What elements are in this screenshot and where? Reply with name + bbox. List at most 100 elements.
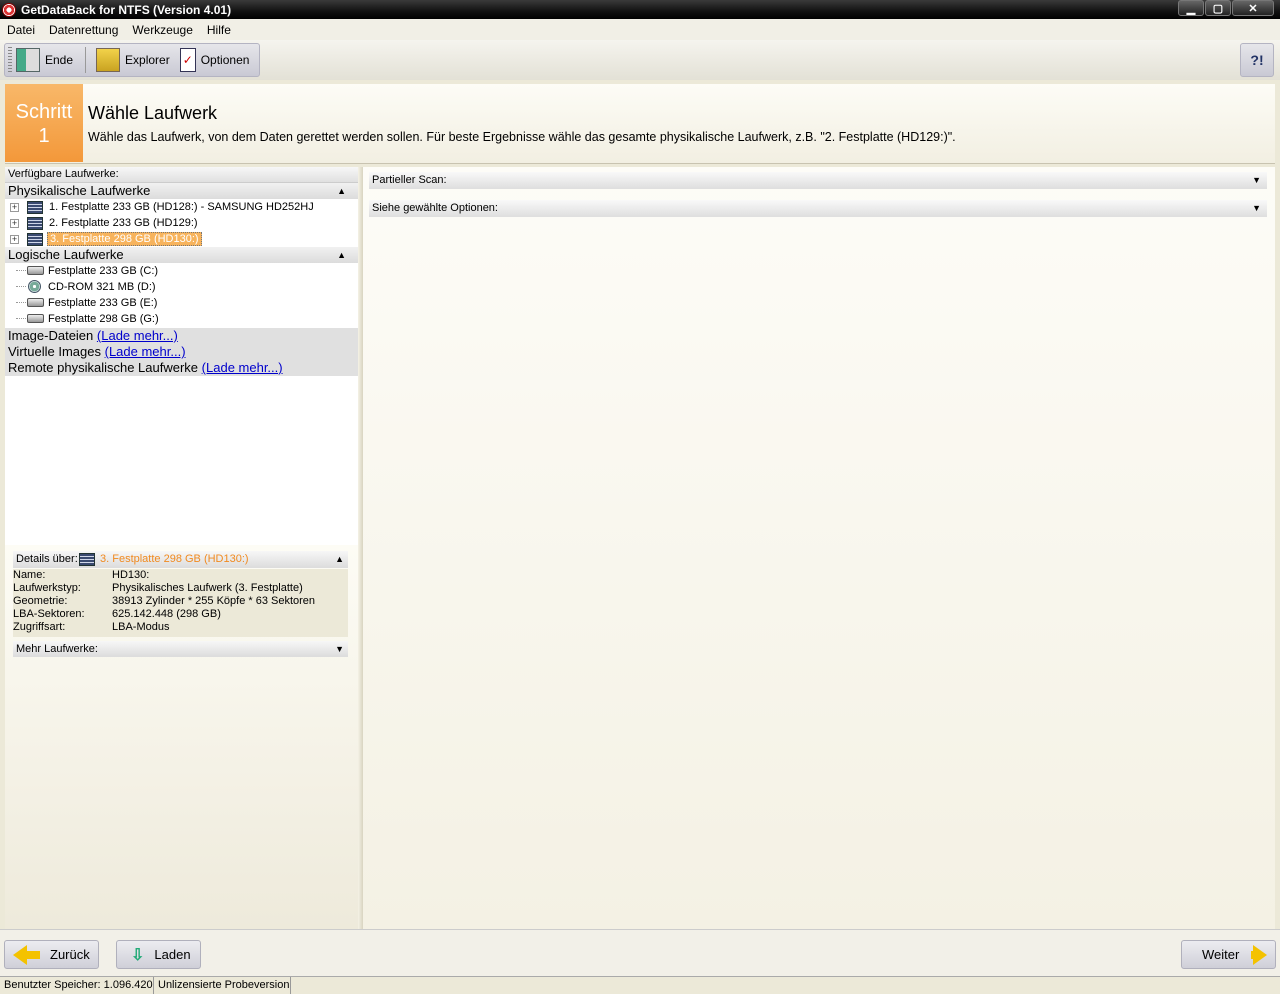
remote-physical-label: Remote physikalische Laufwerke	[8, 360, 199, 375]
tree-item-physical-2[interactable]: + 2. Festplatte 233 GB (HD129:)	[5, 215, 358, 231]
collapse-caret-icon[interactable]: ▲	[335, 551, 344, 568]
selected-options-label: Siehe gewählte Optionen:	[372, 202, 498, 214]
checklist-icon: ✓	[179, 48, 196, 72]
page-description: Wähle das Laufwerk, von dem Daten gerett…	[88, 130, 956, 144]
details-row: Laufwerkstyp: Physikalisches Laufwerk (3.…	[13, 582, 348, 595]
logical-drives-header[interactable]: Logische Laufwerke ▲	[5, 247, 358, 263]
details-key: Geometrie:	[13, 595, 68, 607]
details-row: LBA-Sektoren: 625.142.448 (298 GB)	[13, 608, 348, 621]
partial-scan-label: Partieller Scan:	[372, 174, 447, 186]
expand-icon[interactable]: +	[10, 234, 19, 244]
physical-disk-icon	[27, 232, 43, 246]
back-label: Zurück	[50, 947, 90, 962]
arrow-left-icon	[13, 944, 27, 965]
details-row: Zugriffsart: LBA-Modus	[13, 621, 348, 634]
next-label: Weiter	[1202, 947, 1240, 962]
menu-datei[interactable]: Datei	[7, 23, 35, 37]
explorer-icon	[96, 48, 121, 72]
navigation-bar: Zurück ⇩ Laden Weiter	[0, 929, 1280, 976]
details-key: LBA-Sektoren:	[13, 608, 85, 620]
available-drives-label: Verfügbare Laufwerke:	[5, 167, 358, 183]
maximize-button[interactable]: ▢	[1205, 0, 1231, 16]
options-pane: Partieller Scan: ▼ Siehe gewählte Option…	[363, 167, 1275, 929]
menu-werkzeuge[interactable]: Werkzeuge	[132, 23, 192, 37]
load-button[interactable]: ⇩ Laden	[116, 940, 201, 969]
expand-icon[interactable]: +	[10, 202, 19, 212]
details-header[interactable]: Details über: 3. Festplatte 298 GB (HD13…	[13, 551, 348, 568]
chevron-down-icon[interactable]: ▼	[1252, 200, 1261, 217]
details-row: Name: HD130:	[13, 569, 348, 582]
next-button[interactable]: Weiter	[1181, 940, 1276, 969]
explorer-label: Explorer	[125, 53, 170, 67]
chevron-down-icon[interactable]: ▼	[1252, 172, 1261, 189]
details-pane: Details über: 3. Festplatte 298 GB (HD13…	[5, 545, 358, 929]
physical-disk-icon	[79, 553, 95, 566]
arrow-left-tail	[26, 950, 40, 959]
physical-drives-title: Physikalische Laufwerke	[8, 183, 151, 198]
load-more-link[interactable]: (Lade mehr...)	[202, 360, 283, 375]
tree-item-label: Festplatte 233 GB (C:)	[48, 265, 159, 277]
toolbar-separator	[85, 47, 87, 73]
help-icon: ?!	[1250, 52, 1264, 68]
details-row: Geometrie: 38913 Zylinder * 255 Köpfe * 6…	[13, 595, 348, 608]
details-key: Laufwerkstyp:	[13, 582, 81, 594]
close-button[interactable]: ✕	[1232, 0, 1274, 16]
help-button[interactable]: ?!	[1240, 43, 1274, 77]
details-key: Name:	[13, 569, 46, 581]
details-selected-drive: 3. Festplatte 298 GB (HD130:)	[100, 553, 249, 565]
tree-item-logical-e[interactable]: Festplatte 233 GB (E:)	[5, 295, 358, 311]
page-title: Wähle Laufwerk	[88, 103, 218, 123]
tree-item-label: 1. Festplatte 233 GB (HD128:) - SAMSUNG …	[49, 201, 314, 213]
arrow-right-icon	[1253, 944, 1267, 965]
menu-datenrettung[interactable]: Datenrettung	[49, 23, 118, 37]
more-drives-label: Mehr Laufwerke:	[16, 643, 98, 655]
physical-drives-header[interactable]: Physikalische Laufwerke ▲	[5, 183, 358, 199]
drive-tree-pane: Verfügbare Laufwerke: Physikalische Lauf…	[5, 167, 358, 545]
status-bar: Benutzter Speicher: 1.096.420 Unlizensie…	[0, 976, 1280, 994]
back-button[interactable]: Zurück	[4, 940, 99, 969]
tree-item-label: 2. Festplatte 233 GB (HD129:)	[49, 217, 198, 229]
more-drives-dropdown[interactable]: Mehr Laufwerke: ▼	[13, 641, 348, 657]
load-label: Laden	[154, 947, 191, 962]
step-header: Schritt 1 Wähle Laufwerk Wähle das Laufw…	[5, 84, 1275, 164]
options-button[interactable]: ✓ Optionen	[176, 45, 256, 75]
partial-scan-dropdown[interactable]: Partieller Scan: ▼	[369, 172, 1267, 189]
physical-disk-icon	[27, 216, 43, 230]
step-word: Schritt	[15, 101, 73, 123]
status-license: Unlizensierte Probeversion	[154, 977, 291, 994]
hard-drive-icon	[27, 314, 44, 323]
minimize-button[interactable]: ▁	[1178, 0, 1204, 16]
tree-item-logical-g[interactable]: Festplatte 298 GB (G:)	[5, 311, 358, 327]
expand-icon[interactable]: +	[10, 218, 19, 228]
tree-item-logical-c[interactable]: Festplatte 233 GB (C:)	[5, 263, 358, 279]
tree-item-logical-d[interactable]: CD-ROM 321 MB (D:)	[5, 279, 358, 295]
hard-drive-icon	[27, 266, 44, 275]
collapse-caret-icon[interactable]: ▲	[337, 183, 346, 199]
menu-bar: Datei Datenrettung Werkzeuge Hilfe	[0, 19, 1280, 40]
tree-item-label: CD-ROM 321 MB (D:)	[48, 281, 156, 293]
details-value: Physikalisches Laufwerk (3. Festplatte)	[112, 582, 303, 594]
status-memory: Benutzter Speicher: 1.096.420	[0, 977, 154, 994]
image-files-section: Image-Dateien (Lade mehr...)	[5, 328, 358, 344]
selected-options-dropdown[interactable]: Siehe gewählte Optionen: ▼	[369, 200, 1267, 217]
load-more-link[interactable]: (Lade mehr...)	[105, 344, 186, 359]
tree-item-physical-3[interactable]: + 3. Festplatte 298 GB (HD130:)	[5, 231, 358, 247]
remote-physical-section: Remote physikalische Laufwerke (Lade meh…	[5, 360, 358, 376]
load-more-link[interactable]: (Lade mehr...)	[97, 328, 178, 343]
exit-button[interactable]: Ende	[12, 45, 79, 75]
exit-label: Ende	[45, 53, 74, 67]
collapse-caret-icon[interactable]: ▲	[337, 247, 346, 263]
details-value: 625.142.448 (298 GB)	[112, 608, 221, 620]
exit-icon	[16, 48, 40, 72]
details-label: Details über:	[16, 553, 78, 565]
menu-hilfe[interactable]: Hilfe	[207, 23, 231, 37]
chevron-down-icon[interactable]: ▼	[335, 641, 344, 657]
step-badge: Schritt 1	[5, 84, 83, 162]
details-value: 38913 Zylinder * 255 Köpfe * 63 Sektoren	[112, 595, 316, 607]
explorer-button[interactable]: Explorer	[92, 45, 176, 75]
download-icon: ⇩	[131, 946, 145, 964]
tree-item-physical-1[interactable]: + 1. Festplatte 233 GB (HD128:) - SAMSUN…	[5, 199, 358, 215]
image-files-label: Image-Dateien	[8, 328, 94, 343]
hard-drive-icon	[27, 298, 44, 307]
title-bar: GetDataBack for NTFS (Version 4.01) ▁ ▢ …	[0, 0, 1280, 19]
